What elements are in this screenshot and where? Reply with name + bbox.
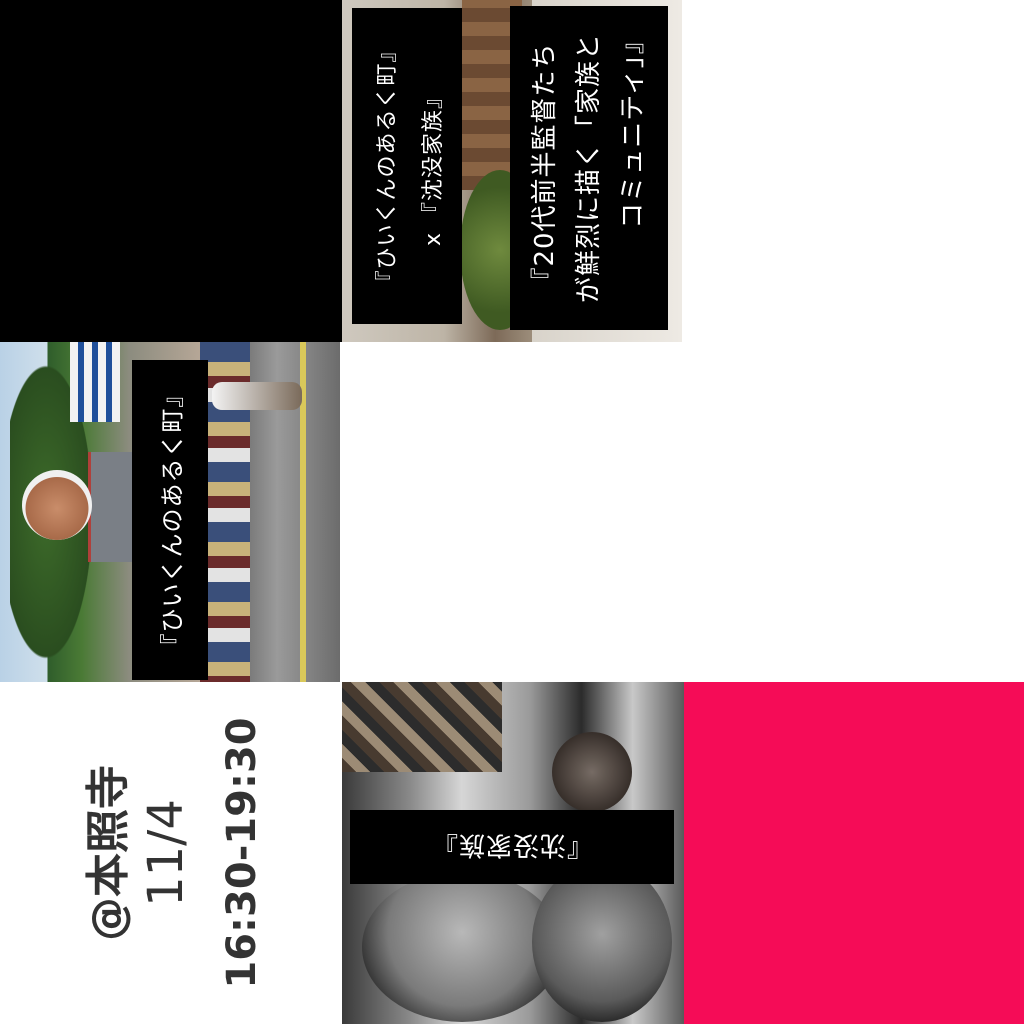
walk-film-photo: 『ひいくんのあるく町』	[0, 342, 340, 682]
tagline-line-3: コミュニティ」』	[618, 27, 648, 229]
accent-color-panel	[684, 682, 1024, 1024]
black-panel	[0, 0, 342, 342]
event-time: 16:30-19:30	[219, 717, 265, 989]
shop-signs-photo	[70, 342, 120, 422]
person-face	[22, 470, 92, 540]
walk-film-label: 『ひいくんのあるく町』	[132, 360, 208, 680]
double-feature-title: 『ひいくんのあるく町』 x 『沈没家族』	[352, 8, 462, 324]
walk-film-title: 『ひいくんのあるく町』	[158, 382, 187, 658]
walking-figure	[212, 382, 302, 410]
event-info-panel: @本照寺 11/4 16:30-19:30	[0, 682, 340, 1024]
family-film-title: 『沈没家族』	[430, 829, 594, 860]
title-line-2: x 『沈没家族』	[421, 85, 446, 247]
family-film-label: 『沈没家族』	[350, 810, 674, 884]
tagline-box: 『20代前半監督たち が鮮烈に描く「家族と コミュニティ」』	[510, 6, 668, 330]
title-panel: 『ひいくんのあるく町』 x 『沈没家族』 『20代前半監督たち が鮮烈に描く「家…	[342, 0, 682, 342]
event-venue: @本照寺	[83, 765, 134, 941]
child-face-photo-2	[532, 862, 672, 1022]
family-film-photo: 『沈没家族』	[342, 682, 684, 1024]
title-line-1: 『ひいくんのあるく町』	[375, 39, 400, 293]
quilt-photo	[342, 682, 502, 772]
tagline-line-1: 『20代前半監督たち	[530, 42, 560, 294]
event-date: 11/4	[138, 799, 194, 907]
tagline-line-2: が鮮烈に描く「家族と	[574, 32, 604, 304]
adult-head-photo	[552, 732, 632, 812]
